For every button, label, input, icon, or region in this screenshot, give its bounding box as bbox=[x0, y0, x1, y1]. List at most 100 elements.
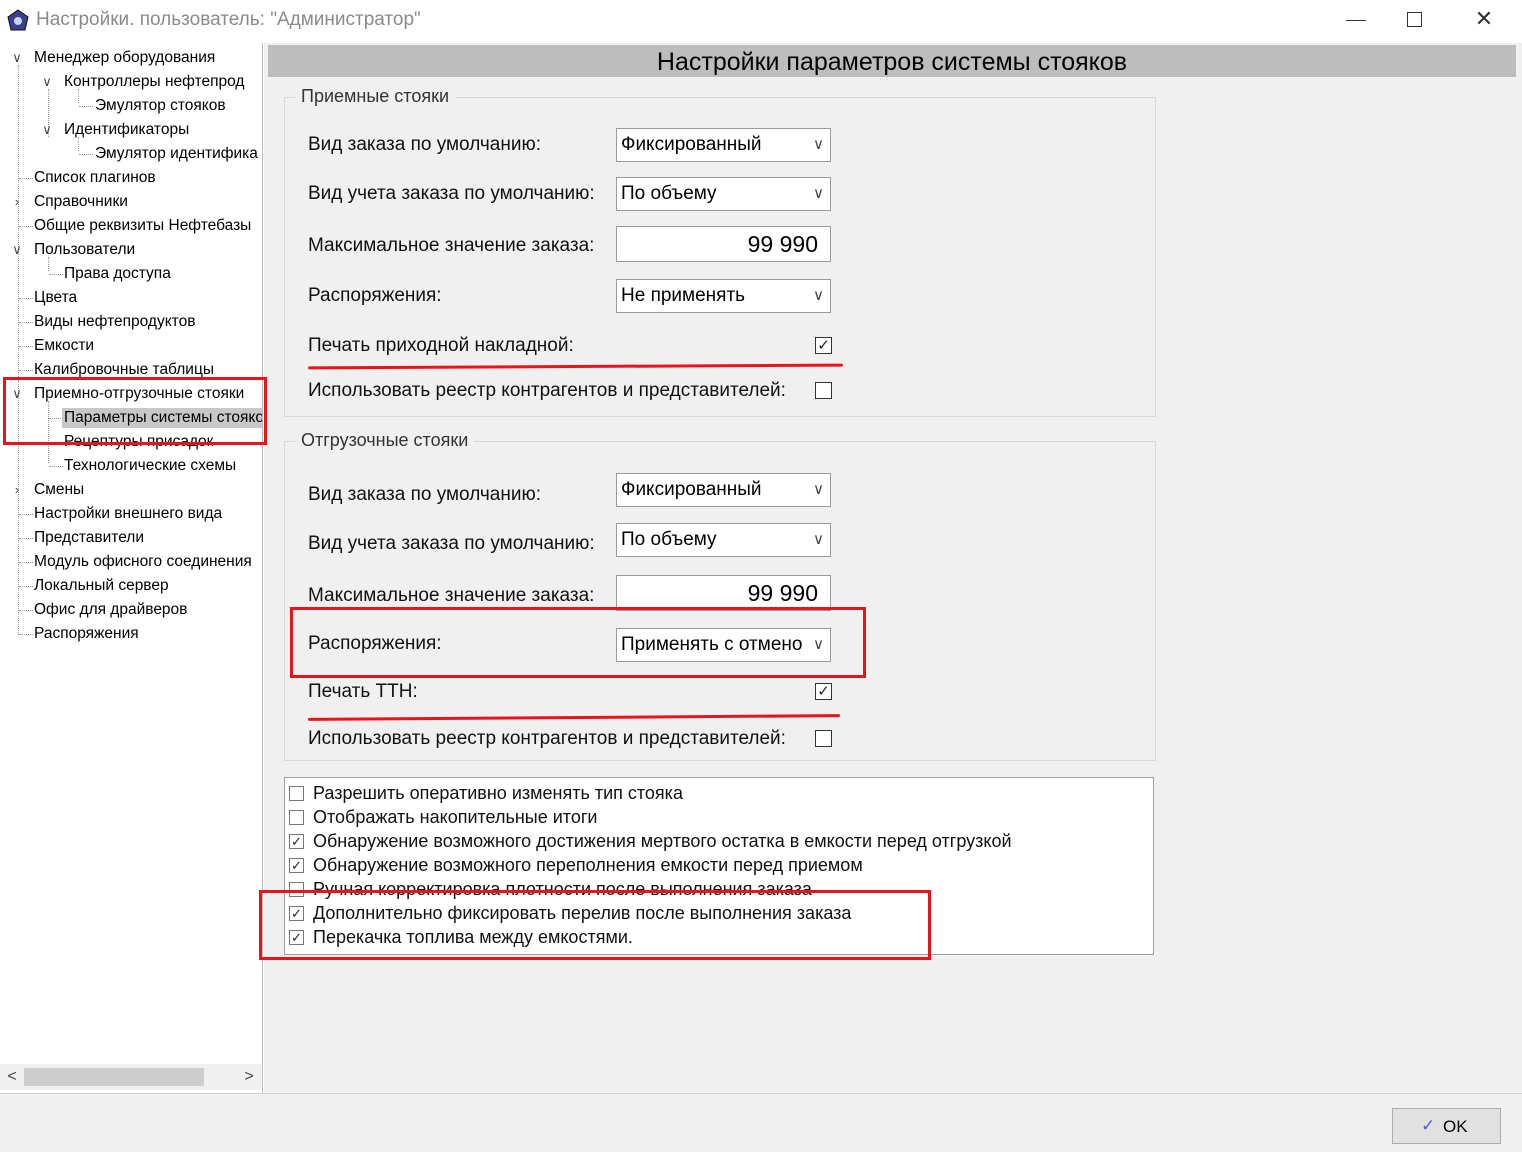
scroll-thumb[interactable] bbox=[24, 1068, 204, 1086]
tree-connector bbox=[19, 538, 33, 539]
tree-item-process-schemes[interactable]: Технологические схемы bbox=[64, 456, 236, 476]
tree-connector bbox=[18, 65, 19, 635]
ok-button[interactable]: ✓ OK bbox=[1392, 1108, 1501, 1144]
receiving-orders-label: Распоряжения: bbox=[308, 285, 442, 306]
tree-item-plugins[interactable]: Список плагинов bbox=[34, 168, 156, 188]
shipping-max-value: 99 990 bbox=[747, 580, 818, 606]
receiving-orders-select[interactable]: Не применять ∨ bbox=[616, 279, 831, 313]
tree-item-equipment-manager[interactable]: Менеджер оборудования bbox=[34, 48, 215, 68]
receiving-accounting-select[interactable]: По объему ∨ bbox=[616, 177, 831, 211]
shipping-stands-title: Отгрузочные стояки bbox=[295, 430, 475, 451]
option-checkbox[interactable]: ✓ bbox=[289, 834, 304, 849]
tree-connector bbox=[19, 586, 33, 587]
receiving-registry-label: Использовать реестр контрагентов и предс… bbox=[308, 380, 786, 401]
chevron-right-icon[interactable]: › bbox=[10, 480, 24, 500]
option-label: Обнаружение возможного достижения мертво… bbox=[313, 831, 1012, 851]
tree-item-access-rights[interactable]: Права доступа bbox=[64, 264, 171, 284]
chevron-down-icon: ∨ bbox=[813, 185, 824, 202]
shipping-registry-checkbox[interactable] bbox=[815, 730, 832, 747]
panel-header: Настройки параметров системы стояков bbox=[268, 45, 1516, 77]
shipping-max-label: Максимальное значение заказа: bbox=[308, 585, 595, 606]
shipping-order-type-select[interactable]: Фиксированный ∨ bbox=[616, 473, 831, 507]
annotation-box bbox=[3, 377, 267, 445]
tree-item-stand-emulator[interactable]: Эмулятор стояков bbox=[95, 96, 226, 116]
chevron-down-icon[interactable]: ∨ bbox=[10, 48, 24, 68]
shipping-order-type-label: Вид заказа по умолчанию: bbox=[308, 484, 541, 505]
receiving-order-type-label: Вид заказа по умолчанию: bbox=[308, 134, 541, 155]
chevron-down-icon: ∨ bbox=[813, 136, 824, 153]
tree-item-shifts[interactable]: Смены bbox=[34, 480, 84, 500]
receiving-accounting-value: По объему bbox=[621, 183, 717, 204]
tree-connector bbox=[19, 370, 33, 371]
tree-connector bbox=[19, 298, 33, 299]
shipping-print-checkbox[interactable]: ✓ bbox=[815, 683, 832, 700]
tree-item-common-requisites[interactable]: Общие реквизиты Нефтебазы bbox=[34, 216, 251, 236]
receiving-max-input[interactable]: 99 990 bbox=[616, 226, 831, 262]
title-bar: Настройки. пользователь: "Администратор"… bbox=[0, 0, 1522, 42]
chevron-down-icon: ∨ bbox=[813, 287, 824, 304]
scroll-left-arrow-icon[interactable]: < bbox=[3, 1067, 21, 1087]
receiving-stands-title: Приемные стояки bbox=[295, 86, 456, 107]
scroll-right-arrow-icon[interactable]: > bbox=[240, 1067, 258, 1087]
option-checkbox[interactable]: ✓ bbox=[289, 858, 304, 873]
shipping-max-input[interactable]: 99 990 bbox=[616, 575, 831, 611]
chevron-down-icon: ∨ bbox=[813, 481, 824, 498]
tree-connector bbox=[49, 466, 63, 467]
tree-connector bbox=[19, 346, 33, 347]
option-checkbox[interactable] bbox=[289, 810, 304, 825]
receiving-max-label: Максимальное значение заказа: bbox=[308, 235, 595, 256]
tree-connector bbox=[19, 226, 33, 227]
window-title: Настройки. пользователь: "Администратор" bbox=[36, 9, 421, 30]
chevron-down-icon[interactable]: ∨ bbox=[10, 240, 24, 260]
bottom-bar: ✓ OK bbox=[0, 1093, 1522, 1152]
app-icon bbox=[7, 9, 29, 31]
tree-item-identifier-emulator[interactable]: Эмулятор идентифика bbox=[95, 144, 258, 164]
receiving-registry-checkbox[interactable] bbox=[815, 382, 832, 399]
maximize-button[interactable] bbox=[1397, 4, 1431, 36]
chevron-right-icon[interactable]: › bbox=[10, 192, 24, 212]
tree-item-local-server[interactable]: Локальный сервер bbox=[34, 576, 169, 596]
horizontal-scrollbar[interactable]: < > bbox=[0, 1064, 262, 1090]
tree-connector bbox=[19, 634, 33, 635]
tree-connector bbox=[19, 178, 33, 179]
chevron-down-icon: ∨ bbox=[813, 531, 824, 548]
tree-connector bbox=[49, 274, 63, 275]
tree-connector bbox=[19, 562, 33, 563]
annotation-box bbox=[259, 890, 931, 960]
receiving-accounting-label: Вид учета заказа по умолчанию: bbox=[308, 183, 595, 204]
chevron-down-icon[interactable]: ∨ bbox=[40, 120, 54, 140]
tree-item-driver-office[interactable]: Офис для драйверов bbox=[34, 600, 187, 620]
tree-item-product-types[interactable]: Виды нефтепродуктов bbox=[34, 312, 195, 332]
tree-connector bbox=[19, 322, 33, 323]
tree-item-orders[interactable]: Распоряжения bbox=[34, 624, 139, 644]
tree-connector bbox=[19, 514, 33, 515]
tree-item-tanks[interactable]: Емкости bbox=[34, 336, 94, 356]
shipping-order-type-value: Фиксированный bbox=[621, 479, 762, 500]
close-button[interactable]: ✕ bbox=[1466, 4, 1502, 36]
tree-item-appearance[interactable]: Настройки внешнего вида bbox=[34, 504, 222, 524]
annotation-box bbox=[290, 607, 866, 678]
panel-title: Настройки параметров системы стояков bbox=[656, 48, 1128, 76]
chevron-down-icon[interactable]: ∨ bbox=[40, 72, 54, 92]
tree-item-references[interactable]: Справочники bbox=[34, 192, 128, 212]
option-checkbox[interactable] bbox=[289, 786, 304, 801]
tree-item-representatives[interactable]: Представители bbox=[34, 528, 144, 548]
receiving-order-type-value: Фиксированный bbox=[621, 134, 762, 155]
receiving-orders-value: Не применять bbox=[621, 285, 746, 306]
shipping-print-label: Печать ТТН: bbox=[308, 681, 418, 702]
shipping-accounting-select[interactable]: По объему ∨ bbox=[616, 523, 831, 557]
tree-item-controllers[interactable]: Контроллеры нефтепрод bbox=[64, 72, 244, 92]
tree-item-colors[interactable]: Цвета bbox=[34, 288, 77, 308]
ok-label: OK bbox=[1443, 1117, 1468, 1136]
receiving-order-type-select[interactable]: Фиксированный ∨ bbox=[616, 128, 831, 162]
option-label: Разрешить оперативно изменять тип стояка bbox=[313, 783, 683, 803]
minimize-button[interactable] bbox=[1340, 4, 1374, 36]
tree-item-identifiers[interactable]: Идентификаторы bbox=[64, 120, 189, 140]
checkmark-icon: ✓ bbox=[1421, 1116, 1436, 1135]
tree-item-users[interactable]: Пользователи bbox=[34, 240, 135, 260]
tree-item-office-module[interactable]: Модуль офисного соединения bbox=[34, 552, 252, 572]
receiving-print-checkbox[interactable]: ✓ bbox=[815, 337, 832, 354]
tree-connector bbox=[19, 610, 33, 611]
option-label: Обнаружение возможного переполнения емко… bbox=[313, 855, 863, 875]
settings-tree[interactable]: ∨ Менеджер оборудования ∨ Контроллеры не… bbox=[0, 43, 263, 1093]
